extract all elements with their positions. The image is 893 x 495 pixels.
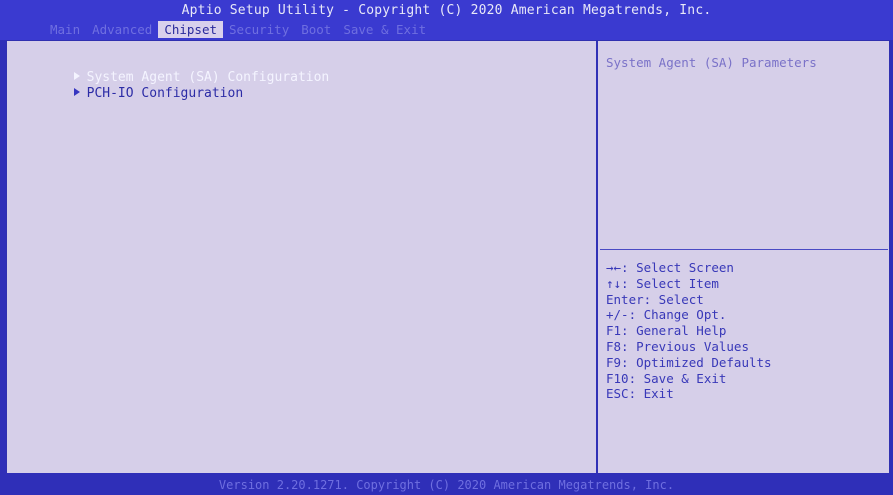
footer-bar: Version 2.20.1271. Copyright (C) 2020 Am… (0, 473, 893, 495)
item-help-description: System Agent (SA) Parameters (606, 55, 817, 70)
key-hint: ESC: Exit (606, 386, 674, 402)
version-footer: Version 2.20.1271. Copyright (C) 2020 Am… (218, 478, 675, 492)
key-hint: +/-: Change Opt. (606, 307, 727, 323)
menu-item-pch-io[interactable]: PCH-IO Configuration (11, 70, 243, 118)
header-bar: Aptio Setup Utility - Copyright (C) 2020… (0, 0, 893, 40)
key-hint: F9: Optimized Defaults (606, 354, 772, 370)
bios-screen: Aptio Setup Utility - Copyright (C) 2020… (0, 0, 893, 495)
key-hint: ↑↓: Select Item (606, 275, 719, 291)
utility-title: Aptio Setup Utility - Copyright (C) 2020… (181, 3, 712, 18)
menu-item-label: PCH-IO Configuration (86, 86, 244, 101)
key-legend: →←: Select Screen ↑↓: Select Item Enter:… (606, 260, 772, 402)
help-divider (600, 249, 888, 250)
main-area: System Agent (SA) Configuration PCH-IO C… (6, 40, 890, 474)
help-panel: System Agent (SA) Parameters →←: Select … (598, 41, 889, 473)
tab-main[interactable]: Main (44, 21, 86, 38)
tab-advanced[interactable]: Advanced (86, 21, 158, 38)
key-hint: F10: Save & Exit (606, 370, 727, 386)
key-hint: F1: General Help (606, 323, 727, 339)
key-hint: F8: Previous Values (606, 338, 749, 354)
tab-save-exit[interactable]: Save & Exit (337, 21, 432, 38)
key-hint: Enter: Select (606, 291, 704, 307)
tab-boot[interactable]: Boot (295, 21, 337, 38)
submenu-arrow-icon (73, 88, 80, 96)
tab-security[interactable]: Security (223, 21, 295, 38)
tab-bar: Main Advanced Chipset Security Boot Save… (44, 21, 432, 38)
tab-chipset[interactable]: Chipset (158, 21, 224, 38)
key-hint: →←: Select Screen (606, 260, 734, 275)
settings-panel: System Agent (SA) Configuration PCH-IO C… (7, 41, 598, 473)
